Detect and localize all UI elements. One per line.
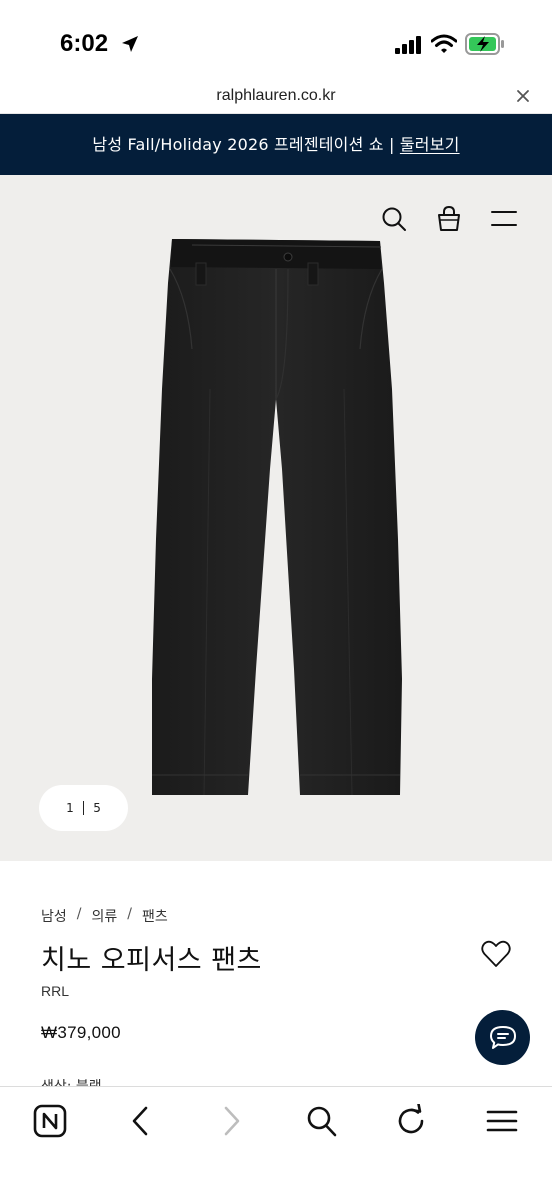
pager-total: 5 bbox=[93, 801, 101, 815]
pager-current: 1 bbox=[66, 801, 74, 815]
location-arrow-icon bbox=[122, 36, 138, 52]
pager-divider bbox=[82, 801, 85, 815]
breadcrumb-separator: / bbox=[76, 906, 82, 922]
breadcrumb: 남성 / 의류 / 팬츠 bbox=[41, 906, 168, 926]
tabs-search-icon[interactable] bbox=[306, 1104, 338, 1138]
status-bar: 6:02 bbox=[0, 0, 552, 80]
search-icon[interactable] bbox=[381, 206, 407, 232]
refresh-icon[interactable] bbox=[396, 1104, 428, 1138]
gallery-pager[interactable]: 1 5 bbox=[39, 785, 128, 831]
address-bar[interactable]: ralphlauren.co.kr bbox=[0, 80, 552, 114]
product-gallery[interactable]: 1 5 bbox=[0, 175, 552, 861]
bag-icon[interactable] bbox=[437, 206, 461, 232]
breadcrumb-item-pants[interactable]: 팬츠 bbox=[142, 906, 168, 926]
promo-text: 남성 Fall/Holiday 2026 프레젠테이션 쇼 | bbox=[92, 135, 400, 154]
product-brand[interactable]: RRL bbox=[41, 983, 69, 999]
chat-icon bbox=[489, 1025, 516, 1049]
product-price: ₩379,000 bbox=[41, 1023, 121, 1042]
product-image bbox=[152, 239, 402, 796]
wifi-icon bbox=[431, 34, 457, 53]
url-text[interactable]: ralphlauren.co.kr bbox=[0, 87, 552, 105]
status-time: 6:02 bbox=[60, 30, 109, 57]
promo-link[interactable]: 둘러보기 bbox=[400, 135, 460, 154]
promo-banner: 남성 Fall/Holiday 2026 프레젠테이션 쇼 | 둘러보기 bbox=[0, 114, 552, 175]
breadcrumb-separator: / bbox=[127, 906, 132, 922]
signal-icon bbox=[395, 36, 421, 54]
chat-button[interactable] bbox=[475, 1010, 530, 1065]
browser-toolbar bbox=[0, 1086, 552, 1200]
forward-icon[interactable] bbox=[220, 1104, 242, 1138]
heart-icon[interactable] bbox=[481, 940, 511, 968]
close-icon[interactable] bbox=[515, 88, 531, 104]
product-title: 치노 오피서스 팬츠 bbox=[41, 945, 262, 976]
back-icon[interactable] bbox=[130, 1104, 152, 1138]
browser-menu-icon[interactable] bbox=[485, 1104, 519, 1138]
breadcrumb-item-clothing[interactable]: 의류 bbox=[91, 906, 117, 926]
breadcrumb-item-men[interactable]: 남성 bbox=[41, 906, 67, 926]
menu-icon[interactable] bbox=[491, 209, 517, 229]
battery-charging-icon bbox=[465, 33, 504, 55]
naver-home-icon[interactable] bbox=[33, 1104, 67, 1138]
